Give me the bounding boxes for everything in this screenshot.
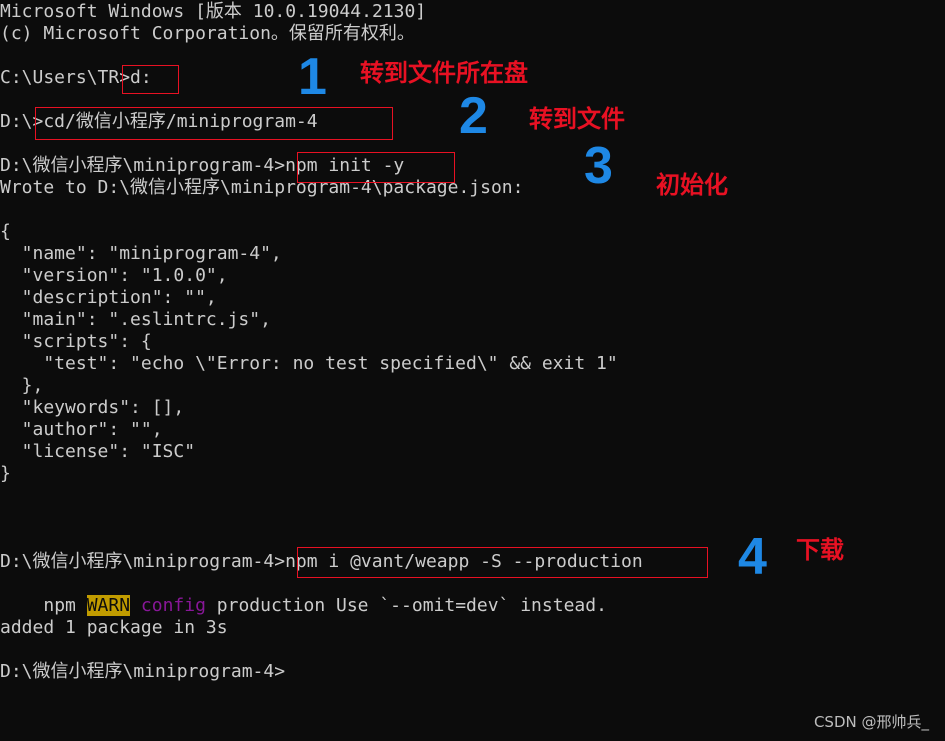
step-number-1: 1 bbox=[298, 48, 327, 106]
step-number-4: 4 bbox=[738, 528, 767, 586]
step-label-2: 转到文件 bbox=[529, 105, 625, 133]
terminal-line: }, bbox=[0, 375, 44, 396]
terminal-line: Microsoft Windows [版本 10.0.19044.2130] bbox=[0, 1, 427, 22]
warn-badge: WARN bbox=[86, 595, 131, 616]
highlight-box-npm-init bbox=[297, 152, 455, 183]
terminal-line: "test": "echo \"Error: no test specified… bbox=[0, 353, 618, 374]
terminal-line: "author": "", bbox=[0, 419, 163, 440]
terminal-line: } bbox=[0, 463, 11, 484]
terminal-line: "main": ".eslintrc.js", bbox=[0, 309, 271, 330]
terminal-line: "license": "ISC" bbox=[0, 441, 196, 462]
terminal-line: "keywords": [], bbox=[0, 397, 185, 418]
step-label-1: 转到文件所在盘 bbox=[360, 59, 528, 87]
config-label: config bbox=[140, 595, 206, 616]
terminal-line: "version": "1.0.0", bbox=[0, 265, 228, 286]
terminal-line: added 1 package in 3s bbox=[0, 617, 228, 638]
step-number-3: 3 bbox=[584, 137, 613, 195]
terminal-prompt[interactable]: D:\微信小程序\miniprogram-4> bbox=[0, 661, 285, 683]
step-number-2: 2 bbox=[459, 87, 488, 145]
highlight-box-cd bbox=[35, 107, 393, 140]
npm-prefix: npm bbox=[43, 595, 87, 616]
terminal-line: "description": "", bbox=[0, 287, 217, 308]
step-label-4: 下载 bbox=[796, 536, 844, 564]
highlight-box-npm-install bbox=[297, 547, 708, 578]
step-label-3: 初始化 bbox=[656, 171, 728, 199]
terminal-line: "scripts": { bbox=[0, 331, 152, 352]
terminal-line: { bbox=[0, 221, 11, 242]
csdn-watermark: CSDN @邢帅兵_ bbox=[813, 713, 929, 731]
terminal-line: "name": "miniprogram-4", bbox=[0, 243, 282, 264]
terminal-line: (c) Microsoft Corporation。保留所有权利。 bbox=[0, 23, 415, 44]
highlight-box-d-drive bbox=[122, 65, 179, 94]
warn-message: production Use `--omit=dev` instead. bbox=[205, 595, 607, 616]
